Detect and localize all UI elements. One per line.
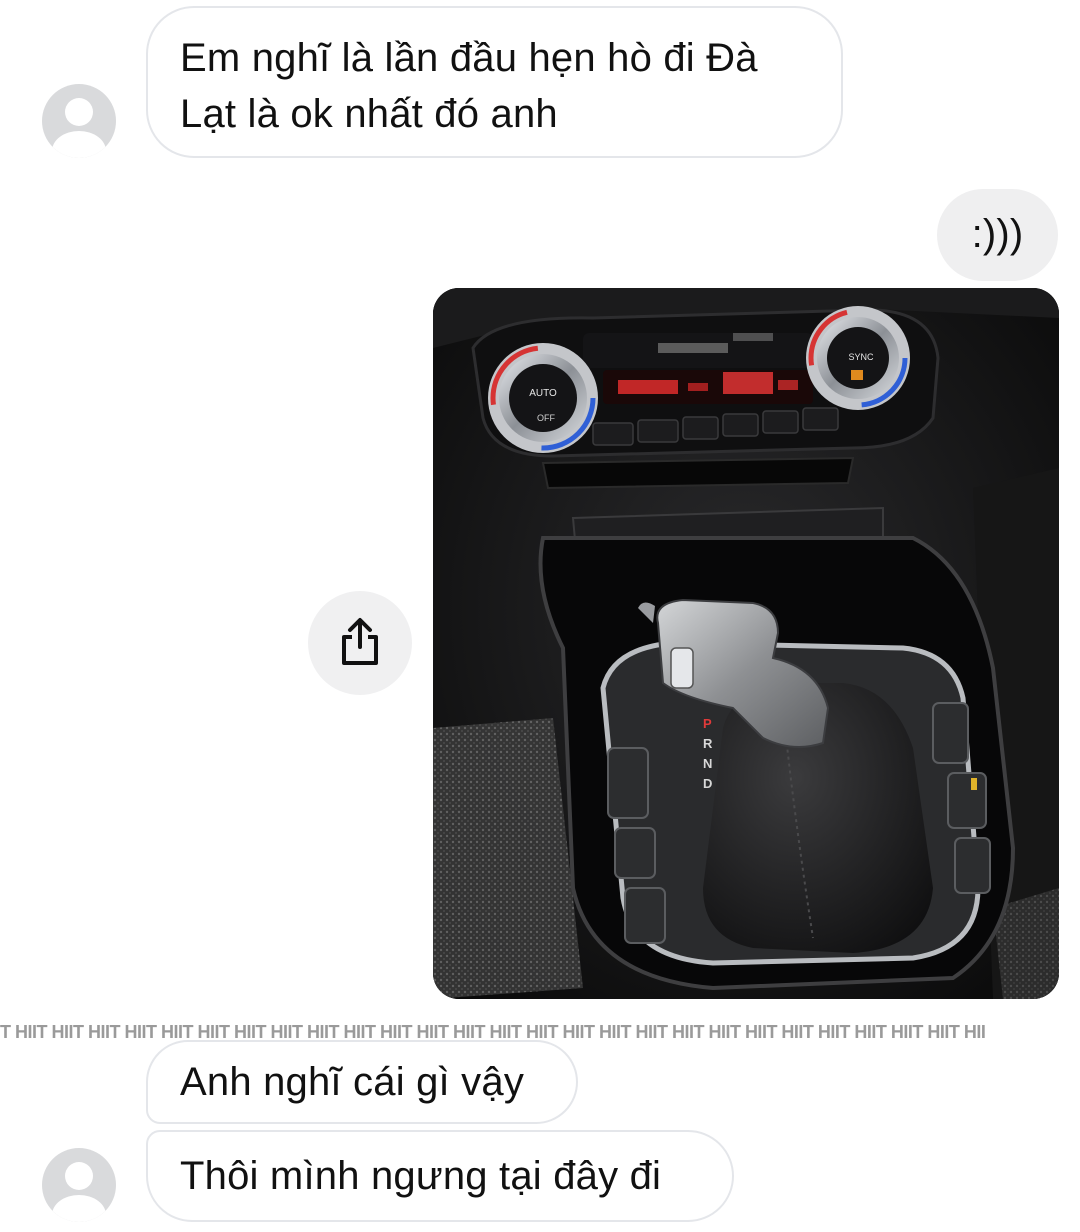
gear-letter: P [703,716,712,731]
message-bubble-incoming[interactable]: Thôi mình ngưng tại đây đi [146,1130,734,1222]
gear-letter: N [703,756,712,771]
avatar[interactable] [42,84,116,158]
message-bubble-incoming[interactable]: Em nghĩ là lần đầu hẹn hò đi Đà Lạt là o… [146,6,843,158]
avatar[interactable] [42,1148,116,1222]
avatar-body [52,1195,106,1222]
message-bubble-outgoing[interactable]: :))) [937,189,1058,281]
message-text: Anh nghĩ cái gì vậy [180,1060,525,1104]
avatar-head [65,1162,93,1190]
message-text: Thôi mình ngưng tại đây đi [180,1154,662,1198]
message-bubble-incoming[interactable]: Anh nghĩ cái gì vậy [146,1040,578,1124]
chat-thread: Em nghĩ là lần đầu hẹn hò đi Đà Lạt là o… [0,0,1080,1232]
share-icon [342,618,378,665]
knob-label: OFF [537,413,555,423]
avatar-head [65,98,93,126]
message-text: Em nghĩ là lần đầu hẹn hò đi Đà Lạt là o… [180,36,758,136]
gear-letter: R [703,736,713,751]
avatar-body [52,131,106,158]
message-text: :))) [971,212,1024,256]
share-button[interactable] [308,591,412,695]
car-console-photo: AUTO OFF SYNC P R N D [433,288,1059,999]
gear-letter: D [703,776,712,791]
photo-message[interactable]: AUTO OFF SYNC P R N D [433,288,1059,999]
knob-label: SYNC [848,352,874,362]
knob-label: AUTO [529,388,557,399]
